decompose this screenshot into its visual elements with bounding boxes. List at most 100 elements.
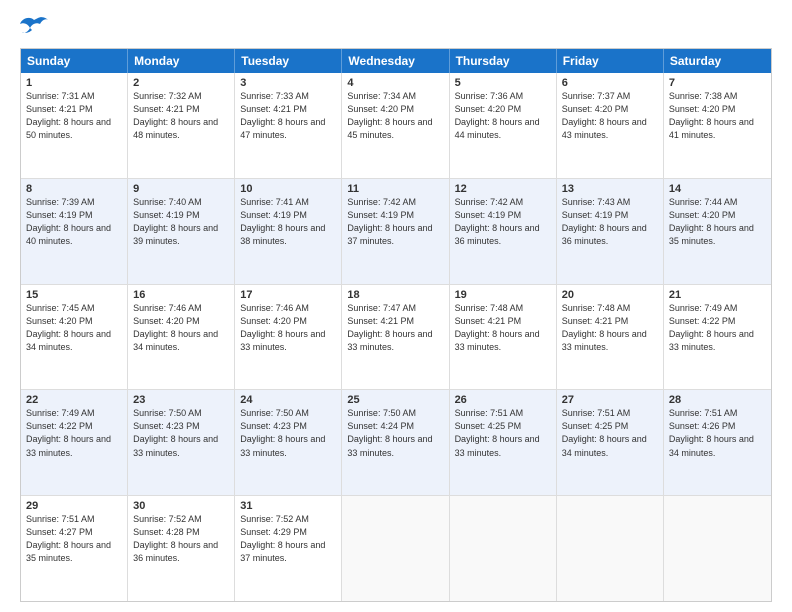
- day-info: Sunrise: 7:49 AMSunset: 4:22 PMDaylight:…: [669, 302, 766, 354]
- day-info: Sunrise: 7:51 AMSunset: 4:25 PMDaylight:…: [562, 407, 658, 459]
- day-number: 7: [669, 77, 766, 89]
- day-info: Sunrise: 7:42 AMSunset: 4:19 PMDaylight:…: [455, 196, 551, 248]
- day-info: Sunrise: 7:37 AMSunset: 4:20 PMDaylight:…: [562, 90, 658, 142]
- day-info: Sunrise: 7:50 AMSunset: 4:23 PMDaylight:…: [240, 407, 336, 459]
- day-info: Sunrise: 7:32 AMSunset: 4:21 PMDaylight:…: [133, 90, 229, 142]
- day-number: 24: [240, 394, 336, 406]
- calendar-row: 22Sunrise: 7:49 AMSunset: 4:22 PMDayligh…: [21, 390, 771, 496]
- calendar-cell: 1Sunrise: 7:31 AMSunset: 4:21 PMDaylight…: [21, 73, 128, 178]
- calendar-cell: 6Sunrise: 7:37 AMSunset: 4:20 PMDaylight…: [557, 73, 664, 178]
- calendar-cell: 10Sunrise: 7:41 AMSunset: 4:19 PMDayligh…: [235, 179, 342, 284]
- day-number: 12: [455, 183, 551, 195]
- weekday-header: Wednesday: [342, 49, 449, 73]
- day-info: Sunrise: 7:36 AMSunset: 4:20 PMDaylight:…: [455, 90, 551, 142]
- calendar-cell: [342, 496, 449, 601]
- day-info: Sunrise: 7:49 AMSunset: 4:22 PMDaylight:…: [26, 407, 122, 459]
- day-number: 10: [240, 183, 336, 195]
- day-number: 22: [26, 394, 122, 406]
- day-info: Sunrise: 7:40 AMSunset: 4:19 PMDaylight:…: [133, 196, 229, 248]
- calendar-cell: 20Sunrise: 7:48 AMSunset: 4:21 PMDayligh…: [557, 285, 664, 390]
- calendar-cell: 21Sunrise: 7:49 AMSunset: 4:22 PMDayligh…: [664, 285, 771, 390]
- calendar-cell: [450, 496, 557, 601]
- day-number: 27: [562, 394, 658, 406]
- calendar-cell: 4Sunrise: 7:34 AMSunset: 4:20 PMDaylight…: [342, 73, 449, 178]
- day-number: 25: [347, 394, 443, 406]
- page: SundayMondayTuesdayWednesdayThursdayFrid…: [0, 0, 792, 612]
- day-info: Sunrise: 7:47 AMSunset: 4:21 PMDaylight:…: [347, 302, 443, 354]
- day-info: Sunrise: 7:50 AMSunset: 4:23 PMDaylight:…: [133, 407, 229, 459]
- calendar-cell: 22Sunrise: 7:49 AMSunset: 4:22 PMDayligh…: [21, 390, 128, 495]
- day-info: Sunrise: 7:52 AMSunset: 4:29 PMDaylight:…: [240, 513, 336, 565]
- day-number: 13: [562, 183, 658, 195]
- day-number: 19: [455, 289, 551, 301]
- calendar: SundayMondayTuesdayWednesdayThursdayFrid…: [20, 48, 772, 602]
- day-number: 17: [240, 289, 336, 301]
- calendar-cell: 29Sunrise: 7:51 AMSunset: 4:27 PMDayligh…: [21, 496, 128, 601]
- day-info: Sunrise: 7:38 AMSunset: 4:20 PMDaylight:…: [669, 90, 766, 142]
- weekday-header: Tuesday: [235, 49, 342, 73]
- day-number: 31: [240, 500, 336, 512]
- calendar-cell: 2Sunrise: 7:32 AMSunset: 4:21 PMDaylight…: [128, 73, 235, 178]
- calendar-cell: 28Sunrise: 7:51 AMSunset: 4:26 PMDayligh…: [664, 390, 771, 495]
- day-number: 14: [669, 183, 766, 195]
- weekday-header: Thursday: [450, 49, 557, 73]
- day-info: Sunrise: 7:51 AMSunset: 4:27 PMDaylight:…: [26, 513, 122, 565]
- day-number: 18: [347, 289, 443, 301]
- calendar-cell: 31Sunrise: 7:52 AMSunset: 4:29 PMDayligh…: [235, 496, 342, 601]
- day-number: 29: [26, 500, 122, 512]
- calendar-row: 15Sunrise: 7:45 AMSunset: 4:20 PMDayligh…: [21, 285, 771, 391]
- calendar-cell: 13Sunrise: 7:43 AMSunset: 4:19 PMDayligh…: [557, 179, 664, 284]
- calendar-header: SundayMondayTuesdayWednesdayThursdayFrid…: [21, 49, 771, 73]
- logo-area: [20, 16, 56, 38]
- day-number: 6: [562, 77, 658, 89]
- day-info: Sunrise: 7:52 AMSunset: 4:28 PMDaylight:…: [133, 513, 229, 565]
- day-number: 2: [133, 77, 229, 89]
- day-info: Sunrise: 7:41 AMSunset: 4:19 PMDaylight:…: [240, 196, 336, 248]
- calendar-cell: 27Sunrise: 7:51 AMSunset: 4:25 PMDayligh…: [557, 390, 664, 495]
- day-info: Sunrise: 7:39 AMSunset: 4:19 PMDaylight:…: [26, 196, 122, 248]
- calendar-cell: 19Sunrise: 7:48 AMSunset: 4:21 PMDayligh…: [450, 285, 557, 390]
- day-number: 30: [133, 500, 229, 512]
- day-number: 21: [669, 289, 766, 301]
- day-number: 15: [26, 289, 122, 301]
- day-number: 28: [669, 394, 766, 406]
- day-info: Sunrise: 7:31 AMSunset: 4:21 PMDaylight:…: [26, 90, 122, 142]
- calendar-cell: 30Sunrise: 7:52 AMSunset: 4:28 PMDayligh…: [128, 496, 235, 601]
- day-number: 20: [562, 289, 658, 301]
- day-number: 26: [455, 394, 551, 406]
- calendar-cell: 3Sunrise: 7:33 AMSunset: 4:21 PMDaylight…: [235, 73, 342, 178]
- calendar-row: 1Sunrise: 7:31 AMSunset: 4:21 PMDaylight…: [21, 73, 771, 179]
- calendar-cell: 16Sunrise: 7:46 AMSunset: 4:20 PMDayligh…: [128, 285, 235, 390]
- day-number: 9: [133, 183, 229, 195]
- calendar-cell: 12Sunrise: 7:42 AMSunset: 4:19 PMDayligh…: [450, 179, 557, 284]
- day-info: Sunrise: 7:34 AMSunset: 4:20 PMDaylight:…: [347, 90, 443, 142]
- day-number: 8: [26, 183, 122, 195]
- logo: [20, 16, 56, 38]
- day-number: 16: [133, 289, 229, 301]
- day-info: Sunrise: 7:51 AMSunset: 4:26 PMDaylight:…: [669, 407, 766, 459]
- weekday-header: Saturday: [664, 49, 771, 73]
- calendar-cell: 5Sunrise: 7:36 AMSunset: 4:20 PMDaylight…: [450, 73, 557, 178]
- calendar-cell: [664, 496, 771, 601]
- day-info: Sunrise: 7:46 AMSunset: 4:20 PMDaylight:…: [133, 302, 229, 354]
- calendar-row: 8Sunrise: 7:39 AMSunset: 4:19 PMDaylight…: [21, 179, 771, 285]
- logo-icon: [20, 16, 48, 38]
- day-info: Sunrise: 7:51 AMSunset: 4:25 PMDaylight:…: [455, 407, 551, 459]
- calendar-cell: 7Sunrise: 7:38 AMSunset: 4:20 PMDaylight…: [664, 73, 771, 178]
- day-number: 23: [133, 394, 229, 406]
- calendar-cell: 11Sunrise: 7:42 AMSunset: 4:19 PMDayligh…: [342, 179, 449, 284]
- calendar-cell: 9Sunrise: 7:40 AMSunset: 4:19 PMDaylight…: [128, 179, 235, 284]
- day-info: Sunrise: 7:42 AMSunset: 4:19 PMDaylight:…: [347, 196, 443, 248]
- calendar-cell: 25Sunrise: 7:50 AMSunset: 4:24 PMDayligh…: [342, 390, 449, 495]
- calendar-body: 1Sunrise: 7:31 AMSunset: 4:21 PMDaylight…: [21, 73, 771, 601]
- day-info: Sunrise: 7:48 AMSunset: 4:21 PMDaylight:…: [562, 302, 658, 354]
- day-info: Sunrise: 7:48 AMSunset: 4:21 PMDaylight:…: [455, 302, 551, 354]
- day-info: Sunrise: 7:45 AMSunset: 4:20 PMDaylight:…: [26, 302, 122, 354]
- calendar-cell: 18Sunrise: 7:47 AMSunset: 4:21 PMDayligh…: [342, 285, 449, 390]
- day-number: 1: [26, 77, 122, 89]
- calendar-cell: 26Sunrise: 7:51 AMSunset: 4:25 PMDayligh…: [450, 390, 557, 495]
- calendar-cell: 24Sunrise: 7:50 AMSunset: 4:23 PMDayligh…: [235, 390, 342, 495]
- day-number: 5: [455, 77, 551, 89]
- weekday-header: Sunday: [21, 49, 128, 73]
- day-info: Sunrise: 7:44 AMSunset: 4:20 PMDaylight:…: [669, 196, 766, 248]
